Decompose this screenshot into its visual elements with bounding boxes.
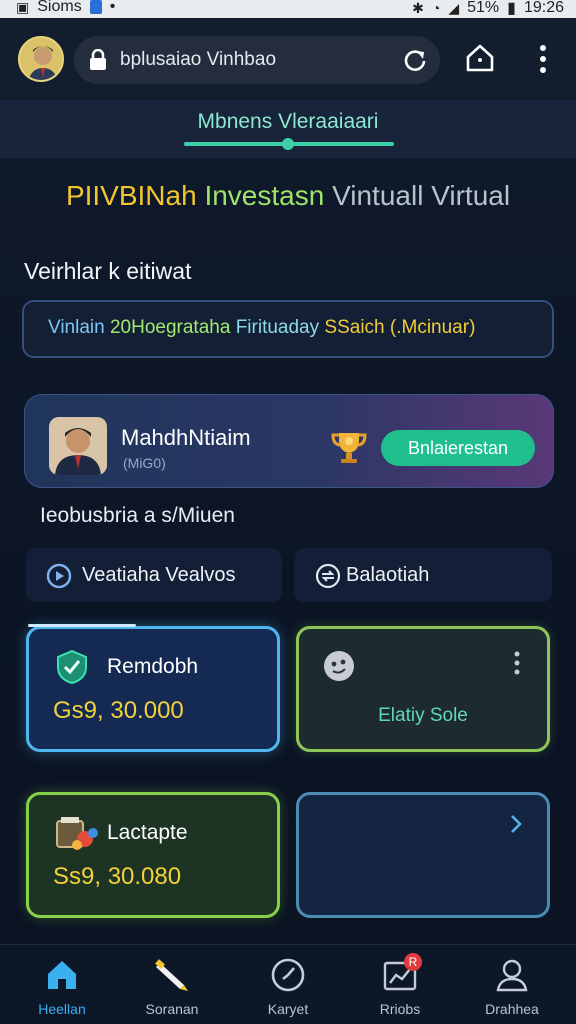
card-status-label: Elatiy Sole: [378, 705, 468, 726]
notification-icon: ▣: [16, 0, 30, 15]
reload-icon[interactable]: [402, 47, 428, 78]
user-avatar[interactable]: [18, 36, 64, 82]
nav-label: Karyet: [267, 1001, 309, 1017]
section-heading: Veirhlar k eitiwat: [24, 258, 192, 284]
signal-icon: ◢: [448, 0, 460, 16]
profile-card: MahdhNtiaim (MiG0) Bnlaierestan: [24, 394, 554, 488]
bluetooth-icon: ✱: [412, 0, 424, 16]
empty-card[interactable]: [296, 792, 550, 918]
status-bar: ▣ Sioms • ✱ ◔ ◢ 51% ▮ 19:26: [0, 0, 576, 18]
info-seg-1: Vinlain: [48, 317, 105, 338]
balance-card-secondary[interactable]: Lactapte Ss9, 30.080: [26, 792, 280, 918]
section-tab-strip: Mbnens Vleraaiaari: [0, 100, 576, 158]
more-vertical-icon[interactable]: [513, 651, 521, 682]
nav-item-activity[interactable]: Karyet: [232, 945, 344, 1024]
profile-avatar: [49, 417, 107, 475]
info-banner: Vinlain 20Hoegrataha Firituaday SSaich (…: [22, 300, 554, 358]
card-title: Remdobh: [107, 655, 199, 678]
title-part-1: PIIVBINah: [65, 180, 197, 211]
person-icon: [494, 957, 530, 993]
nav-item-home[interactable]: Heellan: [6, 945, 118, 1024]
package-icon: [55, 815, 99, 860]
url-text: bplusaiao Vinhbao: [120, 49, 277, 70]
app-notification-icon: [89, 0, 102, 14]
pencil-icon: [154, 957, 190, 993]
carrier-label: Sioms: [37, 0, 82, 15]
trophy-icon: [329, 425, 369, 470]
home-icon[interactable]: [464, 42, 496, 79]
info-seg-4: SSaich (.Mcinuar): [324, 317, 476, 338]
profile-action-button[interactable]: Bnlaierestan: [381, 430, 535, 466]
notification-badge: R: [404, 953, 422, 971]
section-label: Ieobusbria a s/Miuen: [40, 504, 235, 527]
bottom-navigation: Heellan Soranan Karyet R Rriobs Drahhea: [0, 944, 576, 1024]
profile-subtitle: (MiG0): [123, 455, 166, 471]
battery-icon: ▮: [507, 0, 516, 17]
nav-label: Heellan: [38, 1001, 86, 1017]
card-value: Ss9, 30.080: [53, 863, 182, 890]
status-card[interactable]: Elatiy Sole: [296, 626, 550, 752]
card-highlight-line: [28, 624, 136, 627]
more-menu-icon[interactable]: [536, 44, 550, 79]
chat-bubble-icon: [321, 649, 357, 690]
pill-button-videos[interactable]: Veatiaha Vealvos: [26, 548, 282, 602]
pill-button-balance[interactable]: Balaotiah: [294, 548, 552, 602]
page-title: PIIVBINah Investasn Vintuall Virtual: [0, 180, 576, 212]
card-title: Lactapte: [107, 821, 188, 844]
nav-label: Soranan: [145, 1001, 199, 1017]
browser-toolbar: bplusaiao Vinhbao: [0, 18, 576, 100]
lock-icon: [88, 48, 108, 76]
tab-indicator-dot: [282, 138, 294, 150]
address-bar[interactable]: bplusaiao Vinhbao: [74, 36, 440, 84]
chevron-right-icon[interactable]: [509, 813, 523, 840]
pill-label: Veatiaha Vealvos: [82, 564, 236, 586]
home-icon: [44, 957, 80, 993]
dot-icon: •: [109, 0, 116, 15]
title-part-3: Vintuall Virtual: [332, 180, 511, 211]
shield-check-icon: [55, 649, 89, 690]
nav-label: Drahhea: [485, 1001, 539, 1017]
info-seg-3: Firituaday: [235, 317, 320, 338]
wifi-icon: ◔: [431, 0, 441, 16]
clock-icon: [270, 957, 306, 993]
balance-card-primary[interactable]: Remdobh Gs9, 30.000: [26, 626, 280, 752]
nav-label: Rriobs: [379, 1001, 421, 1017]
play-circle-icon: [46, 563, 72, 595]
profile-name: MahdhNtiaim: [121, 425, 251, 450]
tab-active[interactable]: Mbnens Vleraaiaari: [0, 110, 576, 134]
swap-circle-icon: [314, 563, 342, 595]
nav-item-search[interactable]: Soranan: [116, 945, 228, 1024]
nav-item-reports[interactable]: R Rriobs: [344, 945, 456, 1024]
clock-label: 19:26: [523, 0, 564, 16]
nav-item-profile[interactable]: Drahhea: [456, 945, 568, 1024]
pill-label: Balaotiah: [346, 564, 430, 586]
card-value: Gs9, 30.000: [53, 697, 184, 724]
battery-label: 51%: [467, 0, 500, 16]
title-part-2: Investasn: [204, 180, 325, 211]
info-seg-2: 20Hoegrataha: [109, 317, 231, 338]
